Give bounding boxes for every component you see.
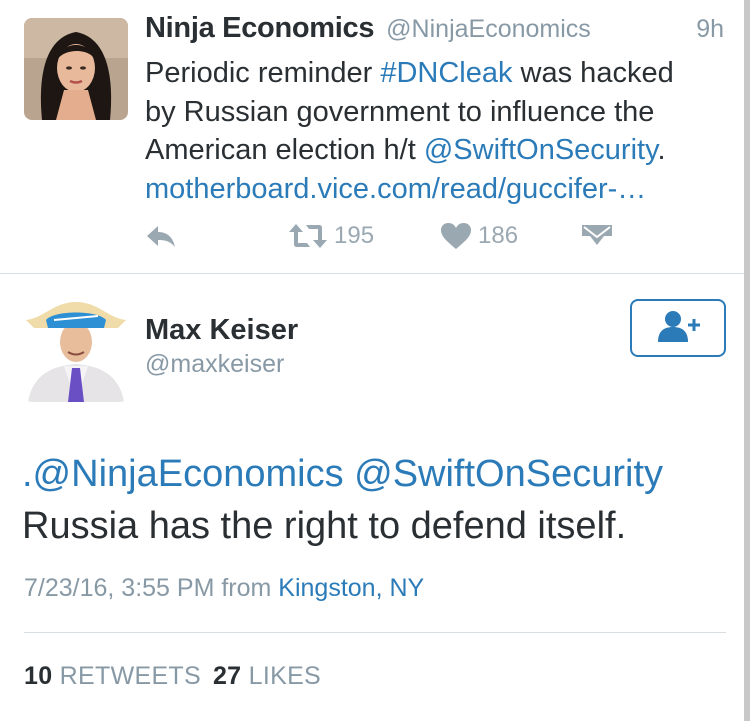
text-fragment: Periodic reminder	[145, 57, 381, 89]
reply-icon	[145, 223, 177, 249]
avatar[interactable]	[24, 18, 128, 120]
heart-icon	[440, 222, 472, 250]
text-fragment: American election h/t	[145, 134, 424, 166]
avatar[interactable]	[24, 298, 128, 402]
stats-divider	[24, 632, 726, 633]
author-handle[interactable]: @maxkeiser	[145, 350, 284, 379]
retweets-stat[interactable]: 10 RETWEETS	[24, 662, 201, 690]
right-edge-bar	[744, 0, 750, 721]
tweet-header: Ninja Economics @NinjaEconomics 9h	[145, 12, 724, 52]
hashtag-link[interactable]: #DNCleak	[380, 57, 512, 89]
follow-button[interactable]	[630, 299, 726, 357]
text-fragment: was hacked	[512, 57, 674, 89]
tweet-text-line: Russia has the right to defend itself.	[22, 505, 627, 547]
direct-message-icon	[581, 223, 613, 249]
retweets-count: 10	[24, 662, 53, 690]
tweet-timestamp: 7/23/16, 3:55 PM from	[24, 574, 279, 602]
retweet-icon	[288, 222, 328, 250]
url-link[interactable]: motherboard.vice.com/read/guccifer-…	[145, 170, 725, 209]
tweet-time[interactable]: 9h	[696, 15, 724, 44]
tweet-text: Periodic reminder #DNCleak was hacked by…	[145, 54, 725, 208]
likes-label: LIKES	[248, 662, 322, 690]
mention-link[interactable]: @SwiftOnSecurity	[424, 134, 658, 166]
tweet-text-line: American election h/t @SwiftOnSecurity.	[145, 131, 725, 170]
like-count: 186	[478, 222, 519, 249]
tweet-ninja-economics[interactable]: Ninja Economics @NinjaEconomics 9h Perio…	[0, 0, 744, 274]
tweet-text: .@NinjaEconomics @SwiftOnSecurity Russia…	[22, 448, 732, 552]
mention-links[interactable]: .@NinjaEconomics @SwiftOnSecurity	[22, 448, 732, 500]
tweet-divider	[0, 273, 744, 274]
tweet-stats: 10 RETWEETS 27 LIKES	[24, 662, 321, 691]
retweet-button[interactable]: 195	[288, 218, 374, 254]
retweet-count: 195	[334, 222, 375, 249]
tweet-text-line: by Russian government to influence the	[145, 95, 655, 128]
likes-stat[interactable]: 27 LIKES	[213, 662, 321, 690]
location-link[interactable]: Kingston, NY	[278, 574, 424, 602]
tweet-actions: 195 186	[145, 218, 625, 254]
reply-button[interactable]	[145, 218, 177, 254]
author-handle[interactable]: @NinjaEconomics	[386, 15, 591, 44]
tweet-metadata: 7/23/16, 3:55 PM from Kingston, NY	[24, 574, 424, 603]
retweets-label: RETWEETS	[59, 662, 201, 690]
likes-count: 27	[212, 662, 242, 690]
tweet-text-line: Periodic reminder #DNCleak was hacked	[145, 54, 725, 93]
add-user-icon	[655, 309, 701, 348]
direct-message-button[interactable]	[581, 218, 613, 254]
author-name[interactable]: Max Keiser	[145, 314, 298, 347]
text-fragment: .	[657, 134, 666, 166]
like-button[interactable]: 186	[440, 218, 518, 254]
author-name[interactable]: Ninja Economics	[145, 12, 374, 45]
